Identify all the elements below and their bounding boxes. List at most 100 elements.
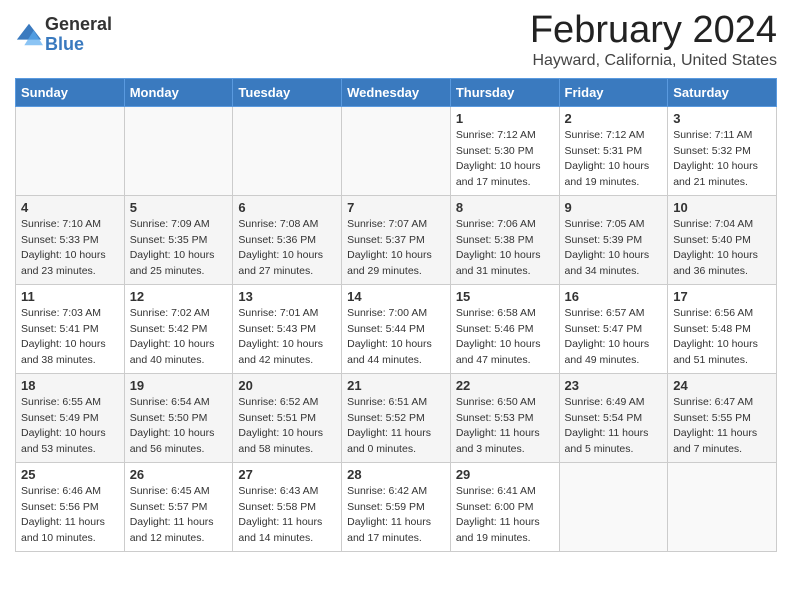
day-number: 20 <box>238 378 336 393</box>
header-day-wednesday: Wednesday <box>342 78 451 106</box>
calendar-cell: 17 Sunrise: 6:56 AM Sunset: 5:48 PM Dayli… <box>668 284 777 373</box>
day-detail: Sunrise: 7:12 AM Sunset: 5:30 PM Dayligh… <box>456 128 554 191</box>
day-number: 17 <box>673 289 771 304</box>
calendar-cell: 13Sunrise: 7:01 AM Sunset: 5:43 PM Dayli… <box>233 284 342 373</box>
day-detail: Sunrise: 6:45 AM Sunset: 5:57 PM Dayligh… <box>130 484 228 547</box>
day-number: 26 <box>130 467 228 482</box>
day-number: 24 <box>673 378 771 393</box>
day-detail: Sunrise: 6:55 AM Sunset: 5:49 PM Dayligh… <box>21 395 119 458</box>
calendar-cell <box>233 106 342 195</box>
logo-general-text: General <box>45 15 112 35</box>
calendar-subtitle: Hayward, California, United States <box>530 52 777 70</box>
week-row-2: 4 Sunrise: 7:10 AM Sunset: 5:33 PM Daylig… <box>16 195 777 284</box>
calendar-table: SundayMondayTuesdayWednesdayThursdayFrid… <box>15 78 777 552</box>
calendar-cell: 18 Sunrise: 6:55 AM Sunset: 5:49 PM Dayli… <box>16 373 125 462</box>
day-detail: Sunrise: 7:10 AM Sunset: 5:33 PM Dayligh… <box>21 217 119 280</box>
calendar-cell: 12Sunrise: 7:02 AM Sunset: 5:42 PM Dayli… <box>124 284 233 373</box>
calendar-cell: 23 Sunrise: 6:49 AM Sunset: 5:54 PM Dayli… <box>559 373 668 462</box>
calendar-title: February 2024 <box>530 10 777 52</box>
day-detail: Sunrise: 7:05 AM Sunset: 5:39 PM Dayligh… <box>565 217 663 280</box>
day-detail: Sunrise: 7:08 AM Sunset: 5:36 PM Dayligh… <box>238 217 336 280</box>
day-number: 10 <box>673 200 771 215</box>
calendar-cell: 25 Sunrise: 6:46 AM Sunset: 5:56 PM Dayli… <box>16 462 125 551</box>
calendar-cell: 22Sunrise: 6:50 AM Sunset: 5:53 PM Dayli… <box>450 373 559 462</box>
logo: General Blue <box>15 15 112 55</box>
day-detail: Sunrise: 7:00 AM Sunset: 5:44 PM Dayligh… <box>347 306 445 369</box>
week-row-4: 18 Sunrise: 6:55 AM Sunset: 5:49 PM Dayli… <box>16 373 777 462</box>
calendar-cell: 15 Sunrise: 6:58 AM Sunset: 5:46 PM Dayli… <box>450 284 559 373</box>
calendar-cell <box>668 462 777 551</box>
calendar-cell: 6 Sunrise: 7:08 AM Sunset: 5:36 PM Daylig… <box>233 195 342 284</box>
day-number: 22 <box>456 378 554 393</box>
header-day-thursday: Thursday <box>450 78 559 106</box>
day-number: 28 <box>347 467 445 482</box>
day-detail: Sunrise: 6:54 AM Sunset: 5:50 PM Dayligh… <box>130 395 228 458</box>
day-number: 15 <box>456 289 554 304</box>
day-number: 23 <box>565 378 663 393</box>
header-day-friday: Friday <box>559 78 668 106</box>
day-detail: Sunrise: 6:52 AM Sunset: 5:51 PM Dayligh… <box>238 395 336 458</box>
calendar-cell: 29 Sunrise: 6:41 AM Sunset: 6:00 PM Dayli… <box>450 462 559 551</box>
calendar-cell: 19 Sunrise: 6:54 AM Sunset: 5:50 PM Dayli… <box>124 373 233 462</box>
logo-icon <box>15 21 43 49</box>
header: General Blue February 2024 Hayward, Cali… <box>15 10 777 70</box>
calendar-cell: 2 Sunrise: 7:12 AM Sunset: 5:31 PM Daylig… <box>559 106 668 195</box>
day-number: 25 <box>21 467 119 482</box>
calendar-cell: 1 Sunrise: 7:12 AM Sunset: 5:30 PM Daylig… <box>450 106 559 195</box>
day-detail: Sunrise: 6:43 AM Sunset: 5:58 PM Dayligh… <box>238 484 336 547</box>
calendar-cell: 5 Sunrise: 7:09 AM Sunset: 5:35 PM Daylig… <box>124 195 233 284</box>
header-day-sunday: Sunday <box>16 78 125 106</box>
day-number: 11 <box>21 289 119 304</box>
week-row-3: 11Sunrise: 7:03 AM Sunset: 5:41 PM Dayli… <box>16 284 777 373</box>
day-number: 5 <box>130 200 228 215</box>
day-number: 29 <box>456 467 554 482</box>
day-number: 1 <box>456 111 554 126</box>
logo-blue-text: Blue <box>45 35 112 55</box>
week-row-1: 1 Sunrise: 7:12 AM Sunset: 5:30 PM Daylig… <box>16 106 777 195</box>
week-row-5: 25 Sunrise: 6:46 AM Sunset: 5:56 PM Dayli… <box>16 462 777 551</box>
day-number: 18 <box>21 378 119 393</box>
title-section: February 2024 Hayward, California, Unite… <box>530 10 777 70</box>
day-number: 21 <box>347 378 445 393</box>
day-detail: Sunrise: 7:12 AM Sunset: 5:31 PM Dayligh… <box>565 128 663 191</box>
header-row: SundayMondayTuesdayWednesdayThursdayFrid… <box>16 78 777 106</box>
calendar-cell: 14 Sunrise: 7:00 AM Sunset: 5:44 PM Dayli… <box>342 284 451 373</box>
calendar-cell <box>124 106 233 195</box>
calendar-cell: 21Sunrise: 6:51 AM Sunset: 5:52 PM Dayli… <box>342 373 451 462</box>
day-detail: Sunrise: 7:06 AM Sunset: 5:38 PM Dayligh… <box>456 217 554 280</box>
day-detail: Sunrise: 6:42 AM Sunset: 5:59 PM Dayligh… <box>347 484 445 547</box>
day-number: 9 <box>565 200 663 215</box>
day-number: 6 <box>238 200 336 215</box>
calendar-cell: 7Sunrise: 7:07 AM Sunset: 5:37 PM Daylig… <box>342 195 451 284</box>
day-number: 4 <box>21 200 119 215</box>
day-detail: Sunrise: 7:02 AM Sunset: 5:42 PM Dayligh… <box>130 306 228 369</box>
header-day-tuesday: Tuesday <box>233 78 342 106</box>
day-detail: Sunrise: 7:07 AM Sunset: 5:37 PM Dayligh… <box>347 217 445 280</box>
calendar-cell: 3Sunrise: 7:11 AM Sunset: 5:32 PM Daylig… <box>668 106 777 195</box>
calendar-cell: 10 Sunrise: 7:04 AM Sunset: 5:40 PM Dayli… <box>668 195 777 284</box>
calendar-cell: 24 Sunrise: 6:47 AM Sunset: 5:55 PM Dayli… <box>668 373 777 462</box>
header-day-monday: Monday <box>124 78 233 106</box>
day-detail: Sunrise: 7:11 AM Sunset: 5:32 PM Dayligh… <box>673 128 771 191</box>
day-detail: Sunrise: 6:41 AM Sunset: 6:00 PM Dayligh… <box>456 484 554 547</box>
day-detail: Sunrise: 6:46 AM Sunset: 5:56 PM Dayligh… <box>21 484 119 547</box>
calendar-cell: 26 Sunrise: 6:45 AM Sunset: 5:57 PM Dayli… <box>124 462 233 551</box>
calendar-cell: 8 Sunrise: 7:06 AM Sunset: 5:38 PM Daylig… <box>450 195 559 284</box>
day-number: 2 <box>565 111 663 126</box>
day-detail: Sunrise: 7:09 AM Sunset: 5:35 PM Dayligh… <box>130 217 228 280</box>
calendar-body: 1 Sunrise: 7:12 AM Sunset: 5:30 PM Daylig… <box>16 106 777 551</box>
day-detail: Sunrise: 6:58 AM Sunset: 5:46 PM Dayligh… <box>456 306 554 369</box>
day-number: 19 <box>130 378 228 393</box>
day-detail: Sunrise: 7:04 AM Sunset: 5:40 PM Dayligh… <box>673 217 771 280</box>
calendar-cell: 20 Sunrise: 6:52 AM Sunset: 5:51 PM Dayli… <box>233 373 342 462</box>
day-number: 8 <box>456 200 554 215</box>
day-detail: Sunrise: 6:49 AM Sunset: 5:54 PM Dayligh… <box>565 395 663 458</box>
calendar-cell: 27Sunrise: 6:43 AM Sunset: 5:58 PM Dayli… <box>233 462 342 551</box>
calendar-cell: 28 Sunrise: 6:42 AM Sunset: 5:59 PM Dayli… <box>342 462 451 551</box>
calendar-cell: 11Sunrise: 7:03 AM Sunset: 5:41 PM Dayli… <box>16 284 125 373</box>
day-detail: Sunrise: 6:56 AM Sunset: 5:48 PM Dayligh… <box>673 306 771 369</box>
day-number: 13 <box>238 289 336 304</box>
day-number: 14 <box>347 289 445 304</box>
day-detail: Sunrise: 6:47 AM Sunset: 5:55 PM Dayligh… <box>673 395 771 458</box>
day-detail: Sunrise: 6:57 AM Sunset: 5:47 PM Dayligh… <box>565 306 663 369</box>
